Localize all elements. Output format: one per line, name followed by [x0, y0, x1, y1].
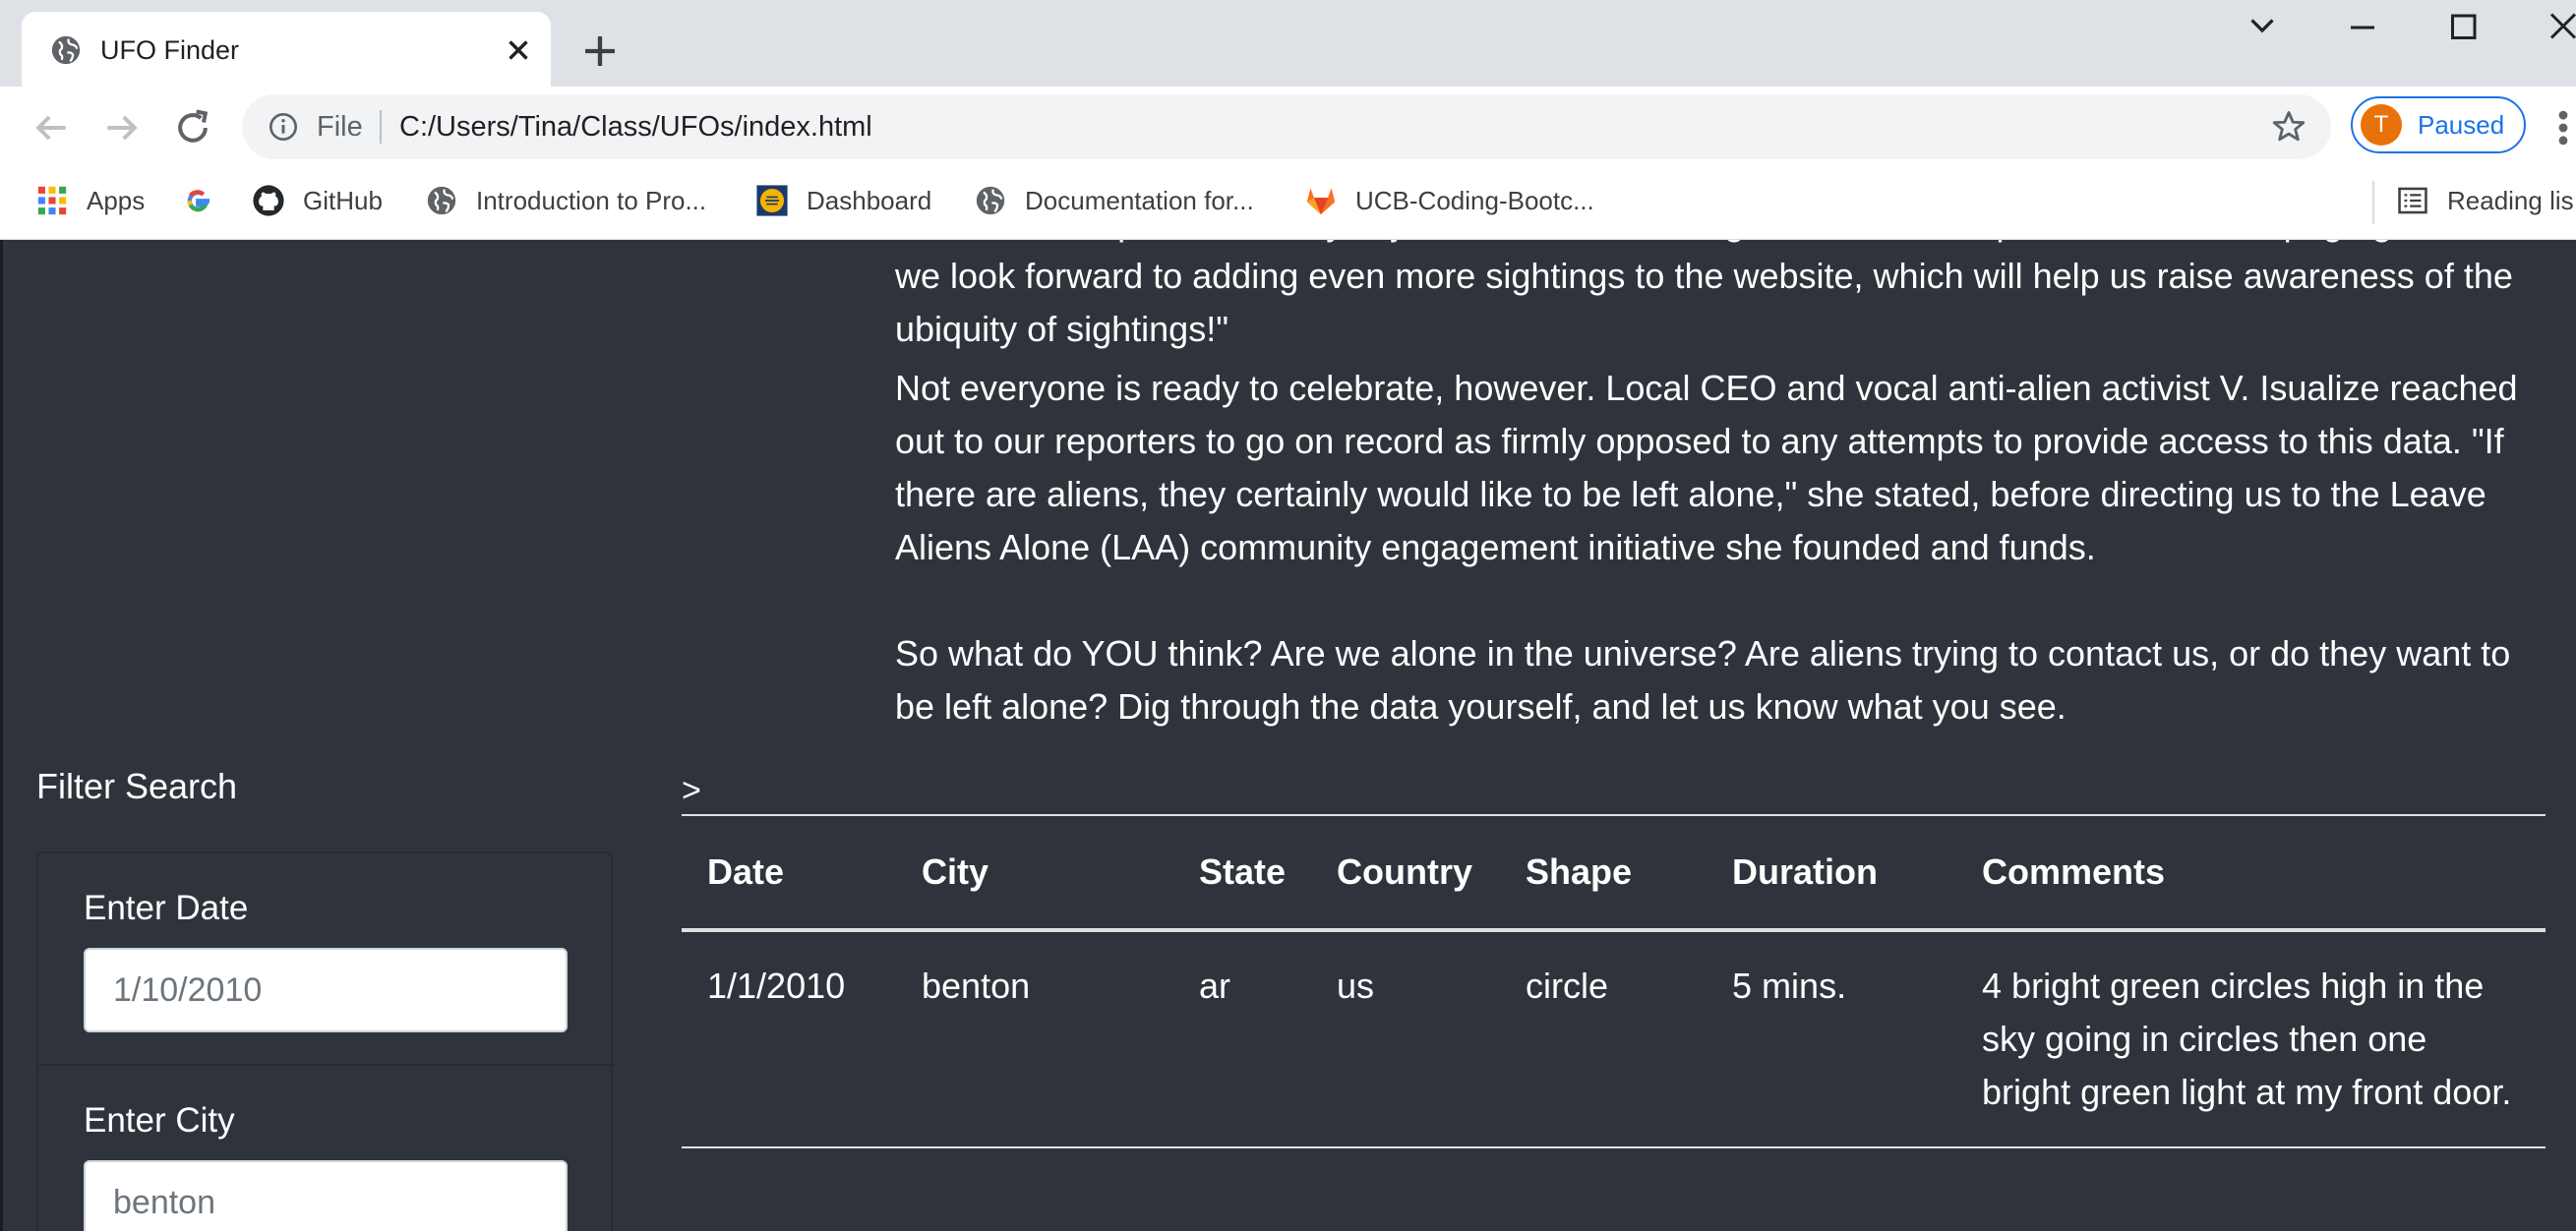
browser-tab[interactable]: UFO Finder [22, 12, 551, 87]
bookmark-google[interactable] [181, 179, 232, 222]
back-arrow-icon[interactable] [30, 106, 73, 149]
table-header-row: Date City State Country Shape Duration C… [682, 814, 2546, 932]
article-paragraph: So what do YOU think? Are we alone in th… [895, 633, 2511, 727]
dashboard-icon [756, 185, 788, 216]
cell-city: benton [896, 930, 1173, 1148]
bookmark-star-icon[interactable] [2270, 108, 2307, 146]
browser-toolbar: File C:/Users/Tina/Class/UFOs/index.html… [0, 87, 2576, 167]
bookmarks-bar: Apps GitHub Introduction to Pro... Dashb… [0, 167, 2576, 240]
column-header-state: State [1173, 814, 1312, 932]
bookmark-label: Dashboard [807, 185, 932, 215]
menu-dots-icon[interactable] [2553, 106, 2573, 149]
maximize-icon[interactable] [2433, 8, 2492, 47]
bookmark-github[interactable]: GitHub [252, 179, 383, 222]
column-header-country: Country [1311, 814, 1501, 932]
filter-label-city: Enter City [84, 1101, 235, 1140]
column-header-comments: Comments [1956, 814, 2546, 932]
bookmark-label: GitHub [303, 185, 383, 215]
column-header-date: Date [682, 814, 896, 932]
globe-icon [427, 186, 456, 215]
filter-item-date: Enter Date [38, 853, 615, 1064]
github-icon [253, 185, 284, 216]
bookmark-label: Introduction to Pro... [476, 185, 707, 215]
cell-country: us [1311, 930, 1501, 1148]
reading-list-icon [2398, 187, 2427, 214]
window-left-edge [0, 240, 3, 1231]
filter-search-title: Filter Search [36, 766, 238, 806]
bookmark-introduction[interactable]: Introduction to Pro... [425, 179, 706, 222]
profile-button[interactable]: T Paused [2351, 96, 2526, 153]
reading-list-label: Reading lis [2447, 185, 2574, 215]
minimize-icon[interactable] [2333, 8, 2392, 47]
tab-title: UFO Finder [100, 35, 240, 65]
table-row: 1/1/2010 benton ar us circle 5 mins. 4 b… [682, 930, 2546, 1148]
table-prompt: > [682, 772, 701, 809]
cell-shape: circle [1500, 930, 1707, 1148]
bookmarks-divider [2372, 181, 2374, 224]
bookmark-label: UCB-Coding-Bootc... [1355, 185, 1594, 215]
filter-panel: Enter Date Enter City [36, 851, 615, 1231]
date-input[interactable] [84, 948, 568, 1032]
column-header-city: City [896, 814, 1173, 932]
reading-list-button[interactable]: Reading lis [2396, 179, 2574, 222]
cell-comments: 4 bright green circles high in the sky g… [1956, 930, 2546, 1148]
apps-grid-icon [37, 186, 67, 215]
bookmark-label: Apps [87, 185, 146, 215]
bookmark-dashboard[interactable]: Dashboard [755, 179, 931, 222]
reload-icon[interactable] [171, 106, 214, 149]
profile-status: Paused [2418, 110, 2505, 140]
avatar: T [2361, 104, 2402, 146]
cell-duration: 5 mins. [1707, 930, 1957, 1148]
globe-icon [51, 35, 81, 65]
bookmark-documentation[interactable]: Documentation for... [974, 179, 1254, 222]
google-icon [187, 190, 210, 212]
column-header-duration: Duration [1707, 814, 1957, 932]
cell-state: ar [1173, 930, 1312, 1148]
bookmark-apps[interactable]: Apps [35, 179, 145, 222]
column-header-shape: Shape [1500, 814, 1707, 932]
forward-arrow-icon[interactable] [100, 106, 144, 149]
article-paragraph: Not everyone is ready to celebrate, howe… [895, 368, 2518, 567]
ufo-table: Date City State Country Shape Duration C… [682, 814, 2546, 1148]
address-bar[interactable]: File C:/Users/Tina/Class/UFOs/index.html [242, 94, 2331, 159]
bookmark-ucb-coding[interactable]: UCB-Coding-Bootc... [1304, 179, 1594, 222]
tab-strip: UFO Finder [0, 0, 2576, 87]
url-divider [380, 110, 382, 144]
city-input[interactable] [84, 1160, 568, 1231]
filter-item-city: Enter City [38, 1064, 615, 1231]
close-window-icon[interactable] [2534, 8, 2576, 47]
filter-label-date: Enter Date [84, 889, 249, 927]
gitlab-icon [1306, 188, 1336, 215]
page-viewport[interactable]: Over in the department, they're just as … [0, 240, 2576, 1231]
site-info-icon[interactable] [268, 111, 299, 143]
url-scheme-label: File [317, 111, 363, 143]
url-text[interactable]: C:/Users/Tina/Class/UFOs/index.html [399, 108, 872, 146]
close-tab-icon[interactable] [502, 33, 535, 67]
globe-icon [976, 186, 1005, 215]
cell-date: 1/1/2010 [682, 930, 896, 1148]
bookmark-label: Documentation for... [1025, 185, 1254, 215]
tab-search-icon[interactable] [2233, 8, 2292, 47]
new-tab-icon[interactable] [580, 31, 620, 71]
article-paragraph: Over in the department, they're just as … [895, 240, 2513, 349]
